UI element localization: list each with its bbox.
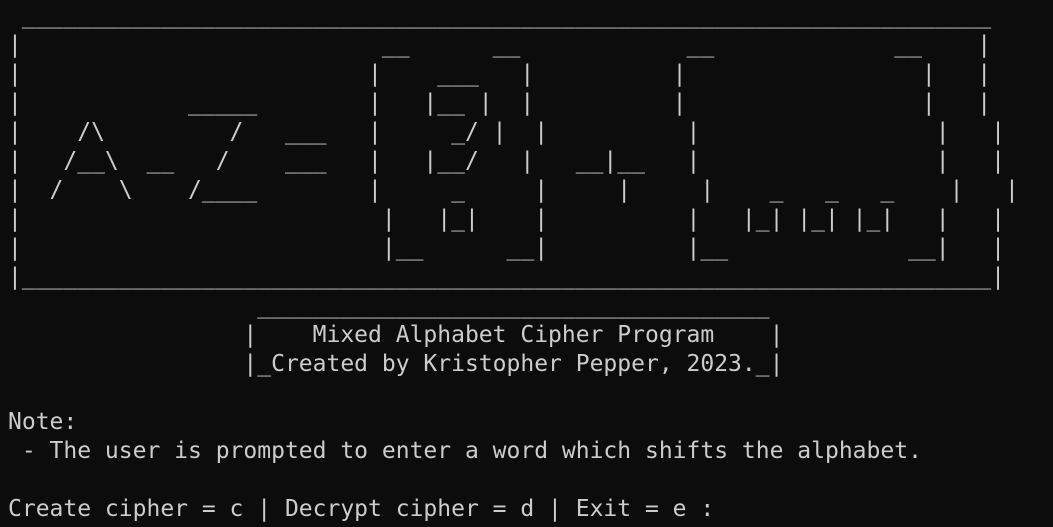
- program-title: | Mixed Alphabet Cipher Program |: [8, 322, 784, 348]
- menu-prompt-line[interactable]: Create cipher = c | Decrypt cipher = d |…: [8, 495, 1045, 524]
- note-text: - The user is prompted to enter a word w…: [8, 438, 922, 464]
- menu-prompt: Create cipher = c | Decrypt cipher = d |…: [8, 496, 715, 522]
- blank-line: [8, 379, 1045, 408]
- ascii-banner: ________________________________________…: [8, 3, 1019, 290]
- blank-line: [8, 466, 1045, 495]
- terminal-window[interactable]: ________________________________________…: [0, 0, 1053, 527]
- input-cursor[interactable]: [716, 495, 728, 520]
- note-label: Note:: [8, 409, 78, 435]
- program-box-top-border: _____________________________________: [8, 293, 770, 319]
- program-author: |_Created by Kristopher Pepper, 2023._|: [8, 351, 784, 377]
